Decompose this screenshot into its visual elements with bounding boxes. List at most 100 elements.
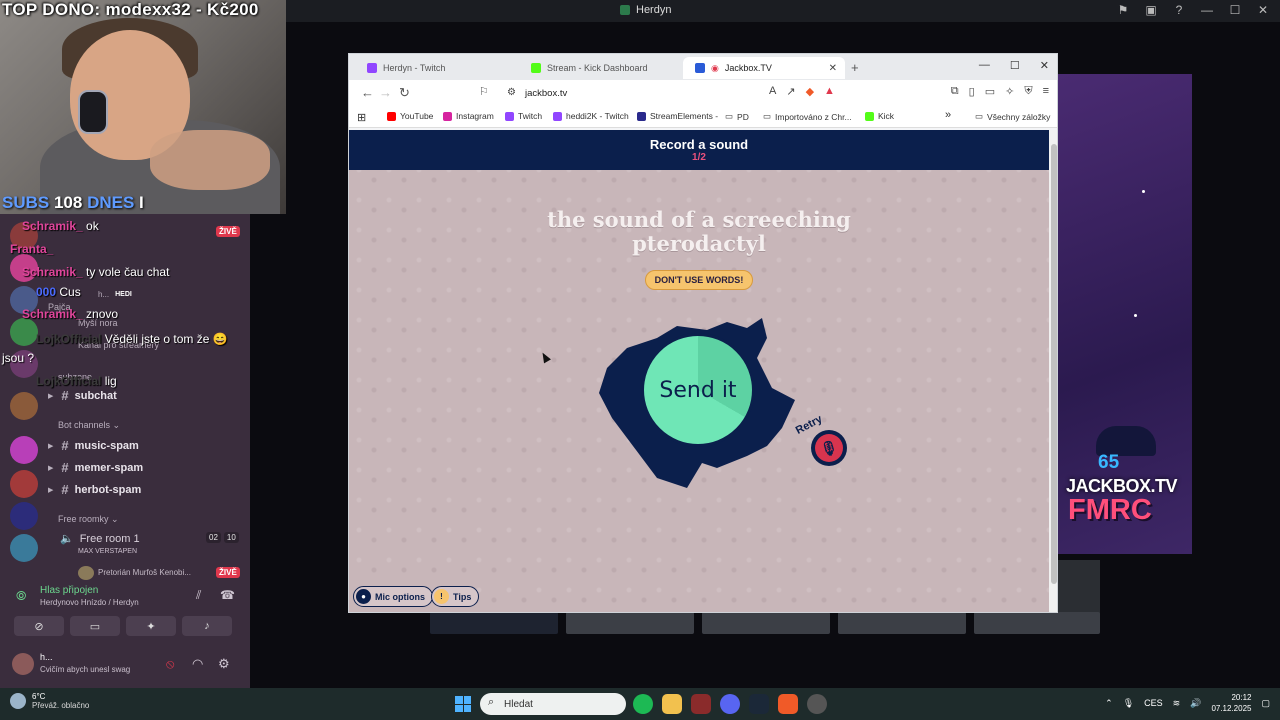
start-button[interactable]: [455, 696, 471, 712]
host-title: Herdyn: [620, 4, 671, 16]
share-icon[interactable]: ↗: [786, 85, 795, 98]
taskbar-search[interactable]: ⌕ Hledat: [480, 693, 626, 715]
minimize-button[interactable]: —: [979, 59, 990, 72]
disconnect-icon[interactable]: ☎: [220, 588, 235, 602]
vpn-icon[interactable]: ⛨: [1024, 85, 1032, 98]
new-tab-button[interactable]: +: [851, 60, 859, 75]
send-it-button[interactable]: Send it: [641, 333, 755, 447]
steam-icon[interactable]: [749, 694, 769, 714]
apps-icon[interactable]: ⊞: [357, 111, 366, 124]
extensions-icon[interactable]: ⧉: [951, 85, 959, 98]
wifi-icon[interactable]: ≋: [1173, 698, 1181, 709]
all-bookmarks-folder[interactable]: ▭ Všechny záložky: [975, 111, 1050, 122]
chevron-up-icon[interactable]: ⌃: [1105, 698, 1113, 709]
back-button[interactable]: ←: [361, 85, 374, 100]
weather-widget[interactable]: 6°C Převáž. oblačno: [10, 692, 89, 710]
headphones-icon[interactable]: ◠: [192, 656, 203, 672]
free-room-label: Free room 1: [79, 532, 140, 545]
image-icon[interactable]: ▣: [1144, 3, 1158, 17]
category-free-roomky[interactable]: Free roomky ⌄: [58, 514, 119, 525]
discord-icon[interactable]: [720, 694, 740, 714]
bookmark-streamelements[interactable]: StreamElements -: [637, 111, 718, 121]
brave-shield-icon[interactable]: ◆: [806, 85, 814, 98]
tips-button[interactable]: ! Tips: [431, 586, 480, 607]
channel-herbot-spam[interactable]: ▶ # herbot-spam: [48, 482, 141, 497]
maximize-button[interactable]: ☐: [1010, 59, 1020, 72]
voice-free-room-1[interactable]: 🔈 Free room 1: [60, 532, 140, 546]
brave-rewards-icon[interactable]: ▲: [824, 85, 835, 98]
help-icon[interactable]: ?: [1172, 3, 1186, 17]
maximize-button[interactable]: ☐: [1228, 3, 1242, 17]
more-bookmarks-button[interactable]: »: [945, 109, 951, 121]
tab-twitch[interactable]: Herdyn - Twitch: [355, 57, 515, 79]
camera-off-button[interactable]: ⊘: [14, 616, 64, 636]
speaker-icon: 🔈: [60, 533, 74, 545]
signal-icon: ⦾: [16, 588, 27, 603]
server-icon[interactable]: [10, 470, 38, 498]
server-icon[interactable]: [10, 534, 38, 562]
user-status: Cvičím abych unesl swag: [40, 665, 131, 674]
bookmark-twitch[interactable]: Twitch: [505, 111, 542, 121]
channel-music-spam[interactable]: ▶ # music-spam: [48, 438, 139, 453]
voice-member-name[interactable]: Pretorián Murfoš Kenobi...: [98, 568, 191, 577]
progress-indicator: 1/2: [692, 152, 706, 163]
close-button[interactable]: ✕: [1040, 59, 1049, 72]
live-badge: ŽIVĚ: [216, 567, 240, 578]
screen-share-button[interactable]: ▭: [70, 616, 120, 636]
channel-memer-spam[interactable]: ▶ # memer-spam: [48, 460, 143, 475]
bookmark-icon[interactable]: ⚐: [479, 85, 489, 98]
bookmark-youtube[interactable]: YouTube: [387, 111, 433, 121]
clock[interactable]: 20:12 07.12.2025: [1211, 692, 1251, 714]
app-icon[interactable]: [691, 694, 711, 714]
chat-text: lig: [104, 374, 117, 388]
volume-icon[interactable]: 🔊: [1190, 698, 1201, 709]
activities-icon: ✦: [146, 620, 156, 633]
gear-icon[interactable]: ⚙: [218, 656, 230, 672]
soundboard-button[interactable]: ♪: [182, 616, 232, 636]
retry-mic-button[interactable]: 🎙: [811, 430, 847, 466]
server-icon[interactable]: [10, 436, 38, 464]
minimize-button[interactable]: —: [1200, 3, 1214, 17]
jackbox-icon: [695, 63, 705, 73]
microphone-icon[interactable]: 🎙: [1123, 698, 1134, 709]
mic-options-button[interactable]: ● Mic options: [353, 586, 433, 607]
wallet-icon[interactable]: ▭: [985, 85, 995, 98]
server-icon[interactable]: [10, 502, 38, 530]
flag-icon[interactable]: ⚑: [1116, 3, 1130, 17]
category-bot-channels[interactable]: Bot channels ⌄: [58, 420, 120, 431]
noise-suppression-icon[interactable]: ⫽: [196, 588, 201, 603]
language-indicator[interactable]: CES: [1144, 698, 1163, 708]
close-button[interactable]: ✕: [1256, 3, 1270, 17]
scrollbar-thumb[interactable]: [1051, 144, 1057, 584]
brave-icon[interactable]: [778, 694, 798, 714]
mouse-cursor: [539, 350, 551, 364]
mic-muted-icon[interactable]: ⦸: [166, 656, 174, 672]
leo-ai-icon[interactable]: ✧: [1005, 85, 1014, 98]
bookmark-folder-imported[interactable]: ▭ Importováno z Chr...: [763, 111, 852, 122]
forward-button[interactable]: →: [379, 85, 392, 100]
menu-icon[interactable]: ≡: [1043, 85, 1049, 98]
rule-pill: DON'T USE WORDS!: [645, 270, 753, 290]
spotify-icon[interactable]: [633, 694, 653, 714]
close-tab-icon[interactable]: ✕: [829, 63, 837, 74]
site-info-icon[interactable]: ⚙: [507, 87, 516, 98]
translate-icon[interactable]: A: [769, 85, 776, 98]
obs-icon[interactable]: [807, 694, 827, 714]
url-input[interactable]: ⚙ jackbox.tv: [499, 83, 761, 103]
notifications-icon[interactable]: ▢: [1261, 698, 1270, 709]
activities-button[interactable]: ✦: [126, 616, 176, 636]
bookmark-kick[interactable]: Kick: [865, 111, 894, 121]
page-scrollbar[interactable]: [1049, 130, 1057, 612]
file-explorer-icon[interactable]: [662, 694, 682, 714]
bookmark-folder-pd[interactable]: ▭ PD: [725, 111, 749, 122]
bookmark-heddi2k[interactable]: heddi2K - Twitch: [553, 111, 629, 121]
tab-jackbox[interactable]: ◉ Jackbox.TV ✕: [683, 57, 845, 79]
user-count: 02: [206, 532, 221, 543]
chat-text: Věděli jste o tom že: [104, 332, 210, 346]
reload-button[interactable]: ↻: [399, 85, 410, 101]
bookmark-instagram[interactable]: Instagram: [443, 111, 494, 121]
voice-location[interactable]: Herdynovo Hnízdo / Herdyn: [40, 598, 139, 607]
tab-kick[interactable]: Stream - Kick Dashboard: [519, 57, 679, 79]
avatar[interactable]: [12, 653, 34, 675]
sidebar-icon[interactable]: ▯: [969, 85, 975, 98]
